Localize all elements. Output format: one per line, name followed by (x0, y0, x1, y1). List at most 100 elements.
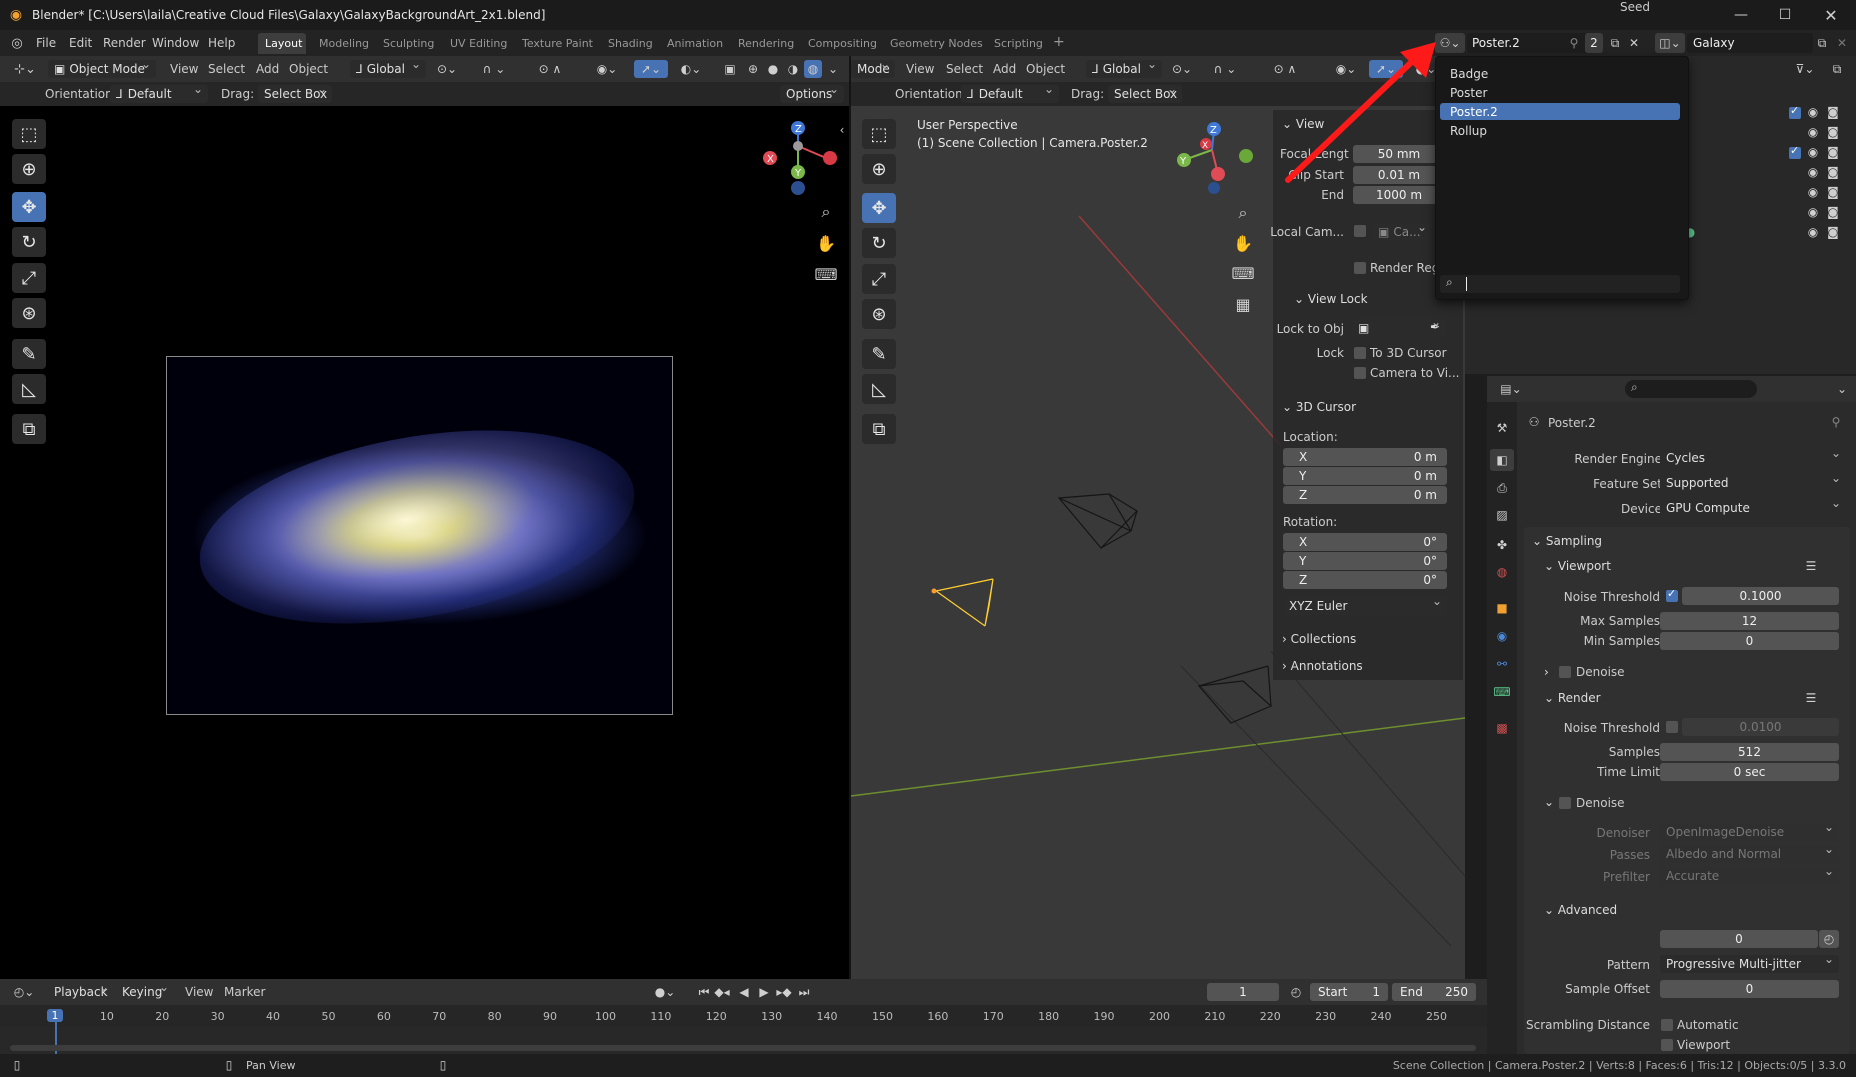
play-icon[interactable]: ▶ (756, 983, 772, 1001)
mid-camera-view-icon[interactable]: ⌨ (1231, 262, 1254, 284)
delete-scene-icon[interactable]: ✕ (1625, 33, 1643, 53)
scale-tool-icon[interactable]: ⤢ (12, 263, 46, 293)
object-tab-icon[interactable]: ■ (1492, 598, 1512, 618)
r-denoise-header[interactable]: ⌄ (1544, 795, 1554, 809)
outliner-eye-icon-3[interactable]: ◉ (1805, 144, 1821, 160)
outliner-camera-icon-6[interactable]: ◙ (1825, 204, 1841, 220)
left-menu-add[interactable]: Add (256, 62, 279, 76)
outliner-camera-icon-3[interactable]: ◙ (1825, 144, 1841, 160)
tab-rendering[interactable]: Rendering (738, 37, 794, 50)
mid-pan-hand-icon[interactable]: ✋ (1232, 232, 1254, 254)
next-keyframe-icon[interactable]: ▸◆ (776, 983, 792, 1001)
start-frame-field[interactable]: Start 1 (1310, 983, 1388, 1001)
close-icon[interactable]: ✕ (1816, 4, 1846, 26)
timeline-scrollbar[interactable] (10, 1045, 1476, 1051)
shading-wire-icon[interactable]: ⊕ (744, 60, 762, 78)
mid-snap-icon[interactable]: ∩ ⌄ (1201, 60, 1249, 78)
left-navigation-gizmo[interactable]: Z X Y (750, 118, 846, 200)
tab-sculpting[interactable]: Sculpting (383, 37, 434, 50)
shading-material-icon[interactable]: ◑ (784, 60, 802, 78)
outliner-eye-icon-4[interactable]: ◉ (1805, 164, 1821, 180)
cursor-location-x[interactable]: X 0 m (1283, 448, 1447, 466)
annotate-tool-icon[interactable]: ✎ (12, 339, 46, 369)
cursor-location-y[interactable]: Y 0 m (1283, 467, 1447, 485)
pivot-icon[interactable]: ⊙⌄ (434, 60, 460, 78)
add-workspace-button[interactable]: + (1053, 34, 1065, 50)
tab-compositing[interactable]: Compositing (808, 37, 877, 50)
left-mode-select[interactable]: ▣ Object Mode (48, 57, 156, 78)
vp-denoise-checkbox[interactable] (1559, 666, 1571, 678)
world-tab-icon[interactable]: ◍ (1492, 562, 1512, 582)
rotate-tool-icon[interactable]: ↻ (12, 227, 46, 257)
mid-move-tool-icon[interactable]: ✥ (862, 193, 896, 223)
view-layer-icon[interactable]: ◫⌄ (1655, 33, 1685, 53)
r-denoise-checkbox[interactable] (1559, 797, 1571, 809)
outliner-camera-icon-4[interactable]: ◙ (1825, 164, 1841, 180)
mid-orientation-select[interactable]: ⅃ Default (961, 82, 1059, 103)
delete-view-layer-icon[interactable]: ✕ (1833, 33, 1851, 53)
outliner-new-collection-icon[interactable]: ⧉ (1828, 60, 1846, 78)
tab-layout[interactable]: Layout (265, 37, 302, 50)
vp-noise-threshold-checkbox[interactable] (1666, 587, 1678, 602)
sample-offset-field[interactable]: 0 (1660, 980, 1839, 998)
menu-window[interactable]: Window (152, 36, 199, 50)
viewport-subheader[interactable]: ⌄ Viewport (1544, 559, 1611, 573)
menu-file[interactable]: File (36, 36, 56, 50)
outliner-camera-icon-2[interactable]: ◙ (1825, 124, 1841, 140)
properties-options-icon[interactable]: ⌄ (1833, 380, 1851, 398)
properties-pin-icon[interactable]: ⚲ (1828, 414, 1844, 430)
passes-select[interactable]: Albedo and Normal (1660, 842, 1839, 863)
tab-animation[interactable]: Animation (667, 37, 723, 50)
menu-help[interactable]: Help (208, 36, 235, 50)
clip-end-field[interactable]: 1000 m (1353, 186, 1445, 204)
timeline-marker-menu[interactable]: Marker (224, 985, 265, 999)
mid-drag-select[interactable]: Select Box (1108, 82, 1182, 103)
tab-uv-editing[interactable]: UV Editing (450, 37, 507, 50)
visibility-icon[interactable]: ◉⌄ (592, 60, 622, 78)
lock-to-object-field[interactable]: ▣ ✒ (1352, 315, 1446, 338)
view-layer-tab-icon[interactable]: ▨ (1492, 505, 1512, 525)
autokey-record-icon[interactable]: ●⌄ (650, 983, 680, 1001)
mid-transform-orientation[interactable]: ⅃ Global (1086, 57, 1162, 78)
transform-tool-icon[interactable]: ⊛ (12, 298, 46, 328)
outliner-camera-icon-5[interactable]: ◙ (1825, 184, 1841, 200)
outliner-eye-icon-7[interactable]: ◉ (1805, 224, 1821, 240)
cursor-rotation-y[interactable]: Y 0° (1283, 552, 1447, 570)
shading-rendered-icon[interactable]: ◍ (804, 60, 822, 78)
left-menu-view[interactable]: View (170, 62, 198, 76)
scene-pin-icon[interactable]: ⚲ (1565, 34, 1583, 52)
maximize-icon[interactable]: ☐ (1770, 4, 1800, 26)
mid-rotate-tool-icon[interactable]: ↻ (862, 228, 896, 258)
scene-option-rollup[interactable]: Rollup (1450, 124, 1487, 138)
overlay-icon[interactable]: ◐⌄ (676, 60, 706, 78)
mid-annotate-tool-icon[interactable]: ✎ (862, 339, 896, 369)
preview-range-icon[interactable]: ◴ (1287, 983, 1305, 1001)
r-noise-threshold-checkbox[interactable] (1666, 721, 1678, 733)
mid-zoom-icon[interactable]: ⌕ (1232, 202, 1254, 224)
constraint-tab-icon[interactable]: ⚯ (1492, 654, 1512, 674)
scene-users-count[interactable]: 2 (1585, 33, 1603, 53)
local-camera-checkbox[interactable] (1354, 225, 1366, 237)
mid-navigation-gizmo[interactable]: Z Y X (1170, 118, 1256, 198)
output-tab-icon[interactable]: ⎙ (1492, 478, 1512, 498)
tool-tab-icon[interactable]: ⚒ (1492, 418, 1512, 438)
tab-shading[interactable]: Shading (608, 37, 653, 50)
new-view-layer-icon[interactable]: ⧉ (1813, 33, 1831, 53)
render-subheader[interactable]: ⌄ Render (1544, 691, 1601, 705)
outliner-eye-icon-5[interactable]: ◉ (1805, 184, 1821, 200)
timeline-editor-icon[interactable]: ◴⌄ (10, 983, 38, 1001)
left-options-button[interactable]: Options (780, 82, 844, 103)
prefilter-select[interactable]: Accurate (1660, 864, 1839, 885)
r-noise-threshold-field[interactable]: 0.0100 (1682, 718, 1839, 736)
pattern-select[interactable]: Progressive Multi-jitter (1660, 952, 1839, 973)
timeline-view-menu[interactable]: View (185, 985, 213, 999)
measure-tool-icon[interactable]: ◺ (12, 374, 46, 404)
editor-type-icon[interactable]: ⊹⌄ (12, 60, 38, 78)
cursor-tool-icon[interactable]: ⊕ (12, 154, 46, 184)
collections-header[interactable]: › Collections (1282, 632, 1356, 646)
mid-transform-tool-icon[interactable]: ⊛ (862, 299, 896, 329)
cursor-rotation-z[interactable]: Z 0° (1283, 571, 1447, 589)
scene-tab-icon[interactable]: ✤ (1492, 535, 1512, 555)
gizmo-icon[interactable]: ➚⌄ (634, 60, 668, 78)
r-time-limit-field[interactable]: 0 sec (1660, 763, 1839, 781)
